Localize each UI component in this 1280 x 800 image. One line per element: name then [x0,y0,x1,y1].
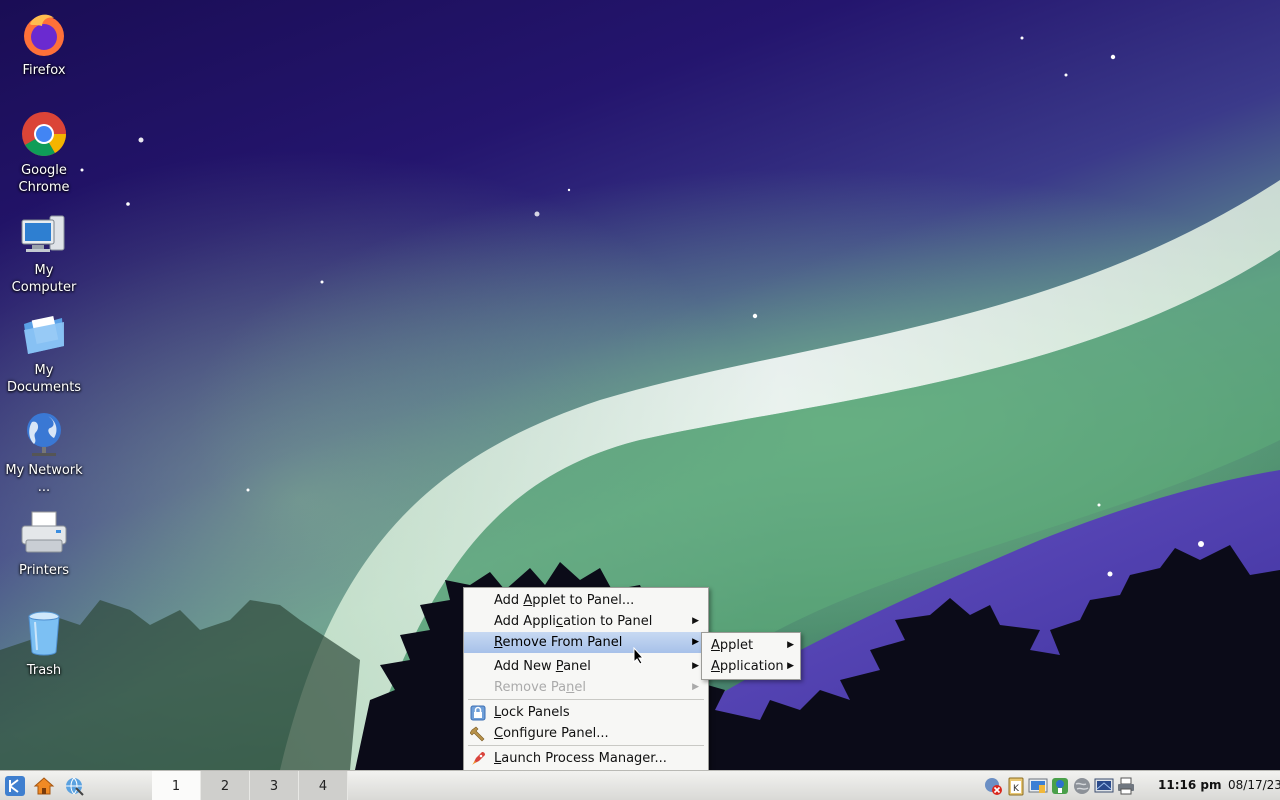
desktop-icon-my-documents[interactable]: My Documents [0,310,88,396]
desktop-icon-firefox[interactable]: Firefox [0,10,88,79]
submenu-arrow-icon: ▶ [787,640,794,650]
display-settings-icon [1028,778,1048,793]
trash-icon [28,611,60,656]
firefox-icon [24,14,64,56]
home-icon [33,777,55,795]
menu-item-mnemonic: P [555,659,564,674]
menu-item-text: onfigure Panel... [503,726,609,741]
menu-item-text: anel [563,659,591,674]
remove-from-panel-submenu: Applet ▶ Application ▶ [701,632,801,680]
network-manager-icon [1052,778,1068,794]
desktop-icon-label: My Network ... [5,463,83,495]
kde-menu-icon [5,776,25,796]
desktop-icon-label: Google Chrome [18,163,70,195]
menu-item-text: Add [494,593,524,608]
clipboard-icon: K [1008,777,1024,796]
menu-item-text: Add New [494,659,556,674]
pager-desktop-1[interactable]: 1 [152,771,201,800]
tray-printer[interactable] [1116,775,1136,797]
desktop-icon-printers[interactable]: Printers [0,510,88,579]
menu-item-text: Add Appli [494,614,556,629]
globe-update-icon [1074,778,1090,794]
menu-item-mnemonic: L [494,705,502,720]
pager-desktop-4[interactable]: 4 [299,771,348,800]
web-browser-icon [66,777,84,796]
menu-item-text: Remove Pa [494,680,567,695]
submenu-arrow-icon: ▶ [692,661,699,671]
monitor-icon [1094,778,1114,793]
menu-item-mnemonic: A [711,659,720,674]
network-error-icon [985,778,1002,795]
menu-item-remove-panel: Remove Panel ▶ [464,677,708,698]
submenu-arrow-icon: ▶ [787,661,794,671]
tray-display[interactable] [1028,775,1048,797]
menu-item-text: aunch Process Manager... [501,751,667,766]
menu-item-mnemonic: A [711,638,720,653]
lock-panel-icon [470,705,486,721]
menu-item-text: el [574,680,586,695]
desktop-icon-label: Printers [18,563,70,578]
browser-button[interactable] [61,774,87,798]
chrome-icon [22,112,66,156]
menu-item-text: ation to Panel [563,614,653,629]
computer-icon [21,215,65,252]
submenu-arrow-icon: ▶ [692,637,699,647]
taskbar: 1 2 3 4 K 11:16 pm 08/17/23 [0,770,1280,800]
tray-network-disconnected[interactable] [984,775,1004,797]
submenu-item-applet[interactable]: Applet ▶ [702,635,800,656]
wrench-icon [470,726,485,742]
panel-context-menu: Add Applet to Panel... Add Application t… [463,587,709,797]
menu-item-text: ock Panels [501,705,570,720]
desktop-pager: 1 2 3 4 [152,771,348,800]
tray-update[interactable] [1072,775,1092,797]
menu-item-text: pplet to Panel... [532,593,635,608]
menu-item-mnemonic: c [555,614,564,629]
menu-separator [468,745,704,746]
printer-icon [21,511,67,553]
system-tray: K [984,775,1136,797]
submenu-item-application[interactable]: Application ▶ [702,656,800,677]
pager-desktop-2[interactable]: 2 [201,771,250,800]
submenu-arrow-icon: ▶ [692,682,699,692]
home-button[interactable] [31,774,57,798]
taskbar-date[interactable]: 08/17/23 [1228,778,1280,792]
rocket-icon [472,752,485,765]
documents-folder-icon [24,315,64,354]
tray-monitor[interactable] [1094,775,1114,797]
taskbar-clock[interactable]: 11:16 pm [1158,778,1221,792]
menu-separator [468,699,704,700]
tray-network[interactable] [1050,775,1070,797]
menu-item-configure-panel[interactable]: Configure Panel... [464,723,708,744]
mouse-cursor-icon [633,647,645,665]
menu-item-lock-panels[interactable]: Lock Panels [464,702,708,723]
menu-item-add-new-panel[interactable]: Add New Panel ▶ [464,656,708,677]
menu-item-text: pplication [719,659,784,674]
desktop-icon-chrome[interactable]: Google Chrome [0,110,88,196]
tray-klipper[interactable]: K [1006,775,1026,797]
desktop-icon-label: My Documents [6,363,82,395]
desktop-icon-label: My Computer [11,263,77,295]
menu-item-text: pplet [719,638,754,653]
menu-item-add-applet[interactable]: Add Applet to Panel... [464,590,708,611]
menu-item-remove-from-panel[interactable]: Remove From Panel ▶ [464,632,708,653]
submenu-arrow-icon: ▶ [692,616,699,626]
network-globe-icon [27,413,61,456]
desktop-icon-my-network[interactable]: My Network ... [0,410,88,496]
desktop-icon-my-computer[interactable]: My Computer [0,210,88,296]
menu-item-mnemonic: C [494,726,504,741]
menu-item-mnemonic: A [523,593,533,608]
desktop-icon-label: Firefox [22,63,66,78]
pager-desktop-3[interactable]: 3 [250,771,299,800]
desktop-icon-trash[interactable]: Trash [0,610,88,679]
menu-item-text: emove From Panel [502,635,623,650]
menu-item-launch-process-manager[interactable]: Launch Process Manager... [464,748,708,769]
print-queue-icon [1118,777,1134,795]
kde-menu-button[interactable] [2,774,28,798]
desktop-icon-label: Trash [26,663,62,678]
menu-item-add-application[interactable]: Add Application to Panel ▶ [464,611,708,632]
